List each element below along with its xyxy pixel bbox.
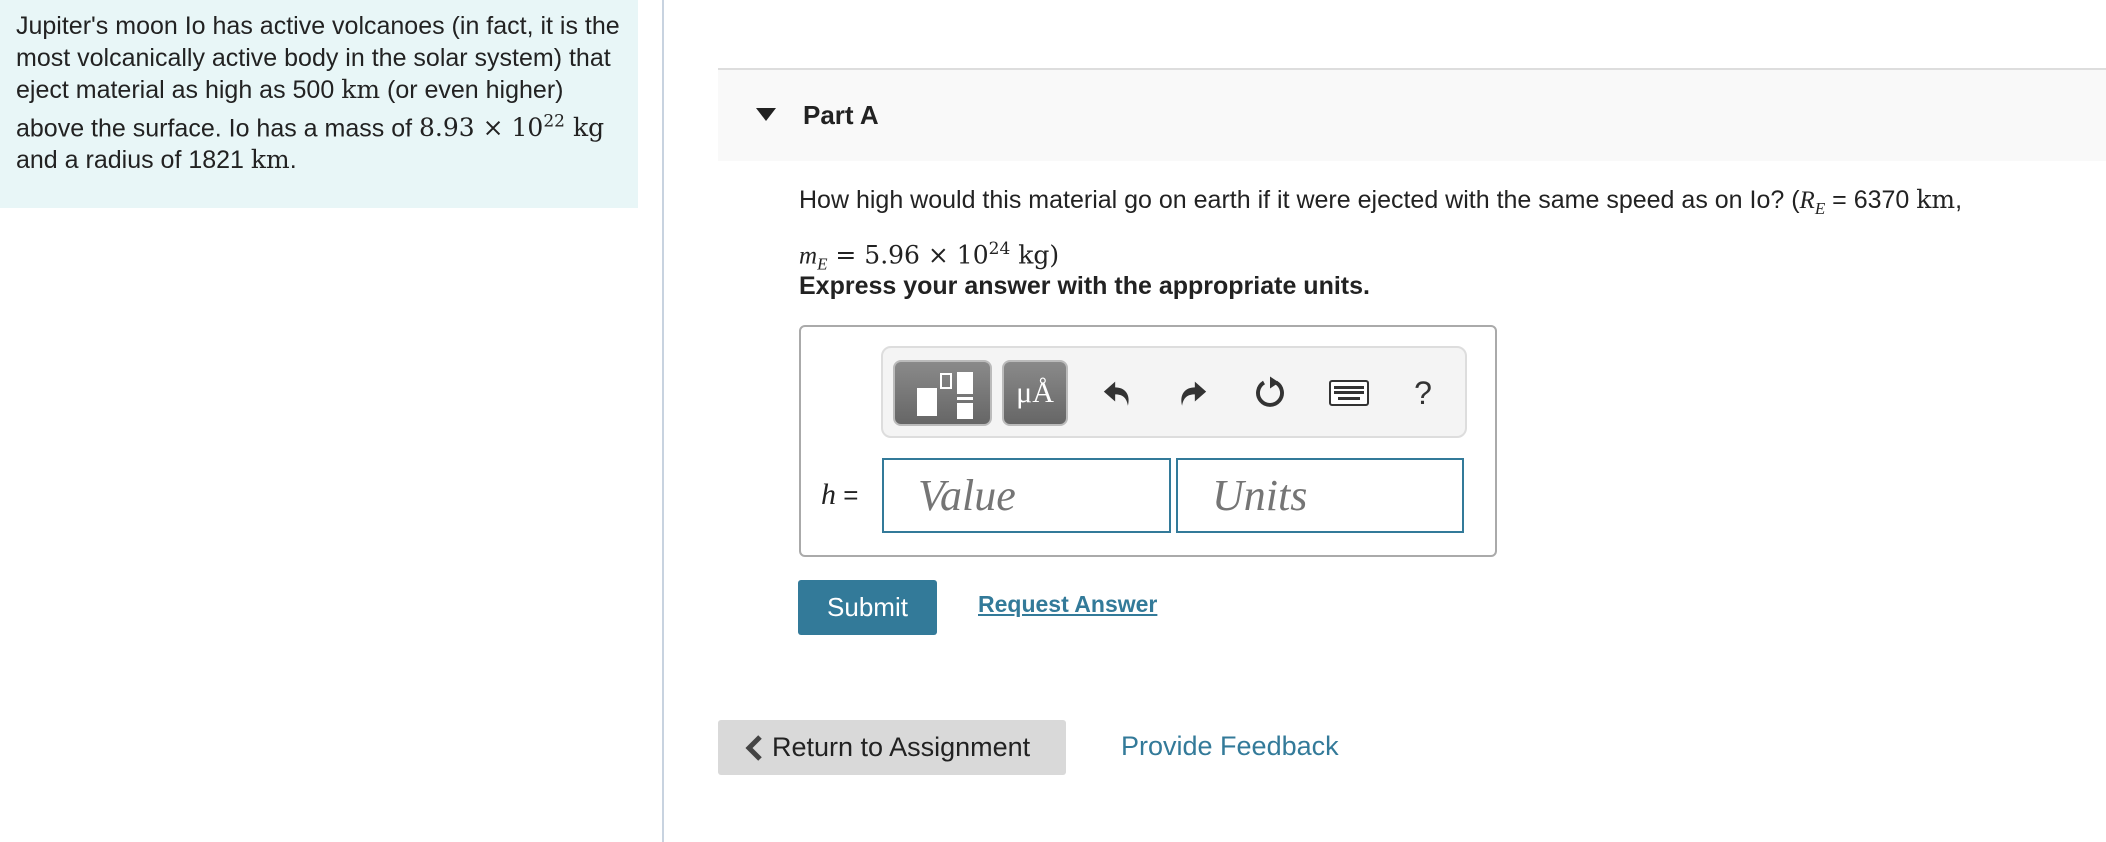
undo-button[interactable] bbox=[1093, 368, 1143, 418]
me-subscript: E bbox=[817, 254, 828, 274]
unit-km: km bbox=[250, 145, 290, 175]
panel-divider bbox=[662, 0, 664, 842]
re-symbol: R bbox=[1799, 187, 1815, 214]
units-input[interactable] bbox=[1176, 458, 1464, 533]
intro-text: and a radius of 1821 bbox=[16, 146, 251, 175]
request-answer-link[interactable]: Request Answer bbox=[978, 591, 1157, 618]
re-value: = 6370 bbox=[1825, 186, 1917, 214]
units-icon: μÅ bbox=[1016, 376, 1054, 409]
undo-icon bbox=[1103, 381, 1129, 406]
question-text: How high would this material go on earth… bbox=[799, 180, 2079, 284]
submit-button[interactable]: Submit bbox=[798, 580, 937, 635]
keyboard-button[interactable] bbox=[1324, 368, 1374, 418]
chevron-left-icon bbox=[745, 734, 762, 761]
help-icon: ? bbox=[1414, 374, 1432, 411]
me-exponent: 24 bbox=[988, 239, 1011, 259]
instruction-text: Express your answer with the appropriate… bbox=[799, 272, 1370, 300]
reset-icon bbox=[1256, 376, 1284, 407]
me-symbol: m bbox=[799, 242, 818, 270]
comma: , bbox=[1955, 186, 1963, 214]
variable-h: h bbox=[821, 478, 836, 511]
mass-mantissa: 8.93 × 10 bbox=[419, 113, 544, 143]
units-button[interactable]: μÅ bbox=[1002, 360, 1068, 426]
return-label: Return to Assignment bbox=[772, 732, 1031, 762]
problem-intro: Jupiter's moon Io has active volcanoes (… bbox=[0, 0, 638, 208]
return-to-assignment-button[interactable]: Return to Assignment bbox=[718, 720, 1066, 775]
mass-exponent: 22 bbox=[543, 112, 565, 132]
unit-kg: kg bbox=[572, 113, 605, 143]
re-subscript: E bbox=[1814, 199, 1826, 218]
me-value: = 5.96 × 10 bbox=[827, 240, 989, 270]
redo-button[interactable] bbox=[1167, 368, 1217, 418]
collapse-triangle-icon[interactable] bbox=[756, 108, 776, 121]
keyboard-icon bbox=[1329, 380, 1369, 406]
part-title: Part A bbox=[803, 100, 879, 130]
part-header[interactable]: Part A bbox=[718, 68, 2106, 161]
equals-sign: = bbox=[836, 480, 859, 510]
templates-button[interactable] bbox=[893, 360, 992, 426]
answer-label: h = bbox=[821, 478, 858, 512]
provide-feedback-link[interactable]: Provide Feedback bbox=[1121, 731, 1339, 762]
value-input[interactable] bbox=[882, 458, 1171, 533]
templates-icon bbox=[917, 372, 973, 419]
io-mass: 8.93 × 1022 kg bbox=[419, 112, 605, 143]
me-unit: kg) bbox=[1010, 240, 1060, 270]
intro-text: . bbox=[289, 146, 297, 175]
redo-icon bbox=[1181, 381, 1207, 406]
re-unit: km bbox=[1916, 185, 1956, 214]
unit-km: km bbox=[341, 75, 381, 104]
help-button[interactable]: ? bbox=[1398, 368, 1448, 418]
math-toolbar: μÅ ? bbox=[881, 346, 1467, 438]
question-body: How high would this material go on earth… bbox=[799, 186, 1800, 214]
reset-button[interactable] bbox=[1245, 368, 1295, 418]
